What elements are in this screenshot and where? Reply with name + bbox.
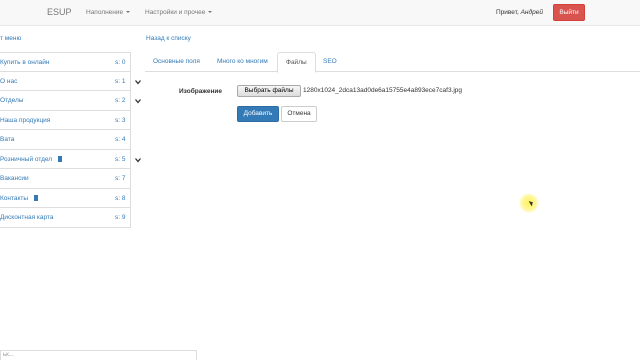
sidebar-item-label[interactable]: Вакансии (0, 175, 29, 182)
document-icon (34, 194, 39, 201)
caret-down-icon (208, 11, 213, 14)
chevron-down-icon[interactable] (135, 157, 141, 163)
add-button[interactable]: Добавить (237, 106, 279, 122)
tab-main-fields[interactable]: Основные поля (145, 52, 208, 72)
brand-logo[interactable]: ESUP (47, 7, 72, 17)
top-navbar: ESUP Наполнение Настройки и прочее Приве… (0, 0, 640, 26)
menu-settings-dropdown[interactable]: Настройки и прочее (145, 9, 213, 16)
sidebar-item-count: s: 5 (115, 155, 126, 163)
sidebar-item-label[interactable]: Контакты (0, 194, 39, 202)
sidebar-item[interactable]: Дисконтная карта s: 9 (0, 208, 131, 228)
sidebar-item-text: Розничный отдел (0, 155, 53, 163)
sidebar-item-count: s: 3 (115, 116, 126, 124)
bottom-input-text: ьк... (3, 352, 14, 358)
back-to-list-link[interactable]: Назад к списку (146, 35, 191, 42)
sidebar-item[interactable]: Вакансии s: 7 (0, 169, 131, 189)
chevron-down-icon[interactable] (135, 98, 141, 104)
chevron-down-icon[interactable] (135, 79, 141, 85)
cancel-button[interactable]: Отмена (281, 106, 317, 122)
sidebar-item-count: s: 4 (115, 136, 126, 143)
sidebar-item[interactable]: Отделы s: 2 (0, 91, 131, 111)
user-greeting: Привет, Андрей (496, 9, 543, 16)
selected-file-name: 1280x1024_2dca13ad0de6a15755e4a893ece7ca… (303, 87, 463, 94)
sidebar-item-label[interactable]: Вата (0, 136, 14, 143)
tab-seo[interactable]: SEO (315, 52, 345, 72)
sidebar-item-count: s: 9 (115, 214, 126, 221)
sidebar-item[interactable]: Вата s: 4 (0, 130, 131, 150)
sidebar-item-label[interactable]: О нас (0, 78, 17, 85)
menu-settings-label: Настройки и прочее (145, 9, 206, 16)
sidebar-item-text: Контакты (0, 194, 29, 202)
tab-files[interactable]: Файлы (277, 52, 316, 73)
sidebar-item-count: s: 7 (115, 175, 126, 182)
sidebar-item-count: s: 8 (115, 194, 126, 202)
caret-down-icon (126, 11, 131, 14)
sidebar-item-label[interactable]: Розничный отдел (0, 155, 63, 163)
sidebar-item-count: s: 2 (115, 97, 126, 104)
bottom-input-field[interactable]: ьк... (0, 350, 197, 360)
menu-content-dropdown[interactable]: Наполнение (86, 9, 131, 16)
menu-link[interactable]: т меню (0, 35, 21, 42)
sidebar-item[interactable]: Контакты s: 8 (0, 188, 131, 208)
sidebar-item[interactable]: О нас s: 1 (0, 71, 131, 91)
sidebar: Купить в онлайн s: 0 О нас s: 1 Отделы s… (0, 52, 131, 228)
sidebar-item-count: s: 1 (115, 77, 126, 85)
sidebar-item-label[interactable]: Наша продукция (0, 117, 50, 124)
sidebar-item-label[interactable]: Дисконтная карта (0, 214, 54, 221)
tab-bar: Основные поля Много ко многим Файлы SEO (145, 52, 640, 73)
logout-button[interactable]: Выйти (553, 4, 585, 21)
document-icon (58, 155, 63, 162)
sidebar-item-label[interactable]: Отделы (0, 97, 23, 104)
user-name: Андрей (520, 9, 543, 16)
choose-file-button[interactable]: Выбрать файлы (237, 85, 301, 97)
greeting-prefix: Привет, (496, 9, 521, 16)
sidebar-item[interactable]: Розничный отдел s: 5 (0, 149, 131, 169)
menu-content-label: Наполнение (86, 9, 124, 16)
sidebar-item[interactable]: Наша продукция s: 3 (0, 110, 131, 130)
sidebar-item[interactable]: Купить в онлайн s: 0 (0, 52, 131, 72)
sidebar-item-count: s: 0 (115, 59, 126, 66)
tab-many-to-many[interactable]: Много ко многим (209, 52, 276, 72)
sidebar-item-label[interactable]: Купить в онлайн (0, 59, 49, 66)
image-field-label: Изображение (179, 88, 222, 95)
